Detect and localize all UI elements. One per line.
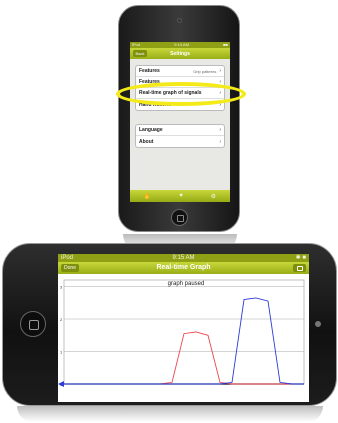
graph-grid — [63, 279, 305, 385]
camera-icon — [177, 18, 182, 23]
camera-icon — [315, 321, 321, 327]
tab-bar: ✋ ♥ ⚙ — [130, 190, 230, 202]
chevron-right-icon: › — [219, 138, 221, 145]
navigation-bar: Done Real-time Graph — [58, 262, 309, 274]
chevron-right-icon: › — [219, 127, 221, 133]
row-label: Language — [139, 127, 163, 133]
row-label: About — [139, 138, 154, 145]
home-button[interactable] — [171, 209, 188, 226]
chevron-right-icon: › — [219, 68, 221, 74]
tab-gear-icon[interactable]: ⚙ — [211, 193, 216, 200]
highlight-ellipse — [116, 82, 246, 106]
settings-row-about[interactable]: About › — [136, 136, 224, 147]
row-detail: Grip patterns — [193, 68, 217, 74]
graph-annotation: graph paused — [168, 281, 205, 287]
series-red-line — [64, 331, 304, 385]
camera-button-icon[interactable] — [293, 264, 306, 272]
settings-screen: iPod 9:14 AM ■■ Back Settings Features G… — [130, 42, 230, 202]
realtime-graph-screen: iPod 9:15 AM ✱ ■ Done Real-time Graph 01… — [58, 254, 309, 402]
tab-hand-icon[interactable]: ✋ — [144, 193, 151, 200]
status-bar: iPod 9:15 AM ✱ ■ — [58, 254, 309, 262]
graph-y-ticks: 0123 — [60, 285, 63, 388]
navigation-bar: Back Settings — [130, 48, 230, 59]
settings-row-language[interactable]: Language › — [136, 125, 224, 136]
signal-graph[interactable]: 0123 graph paused — [58, 274, 309, 402]
y-tick-label: 3 — [60, 285, 63, 290]
y-tick-label: 1 — [60, 350, 63, 355]
y-tick-label: 2 — [60, 317, 63, 322]
device-reflection — [17, 406, 323, 422]
ipod-portrait-device: iPod 9:14 AM ■■ Back Settings Features G… — [118, 5, 240, 252]
ipod-landscape-device: iPod 9:15 AM ✱ ■ Done Real-time Graph 01… — [2, 243, 337, 422]
page-title: Real-time Graph — [156, 264, 211, 271]
graph-series — [64, 297, 304, 385]
settings-row-features[interactable]: Features Grip patterns › — [136, 66, 224, 77]
graph-frame — [63, 279, 305, 385]
home-button[interactable] — [20, 311, 46, 337]
tab-heart-icon[interactable]: ♥ — [179, 193, 183, 199]
series-blue-line — [64, 297, 304, 385]
clock-label: 9:15 AM — [172, 255, 195, 261]
settings-group-general: Language › About › — [135, 124, 225, 148]
row-label: Features — [139, 68, 160, 74]
back-button[interactable]: Back — [133, 50, 147, 57]
